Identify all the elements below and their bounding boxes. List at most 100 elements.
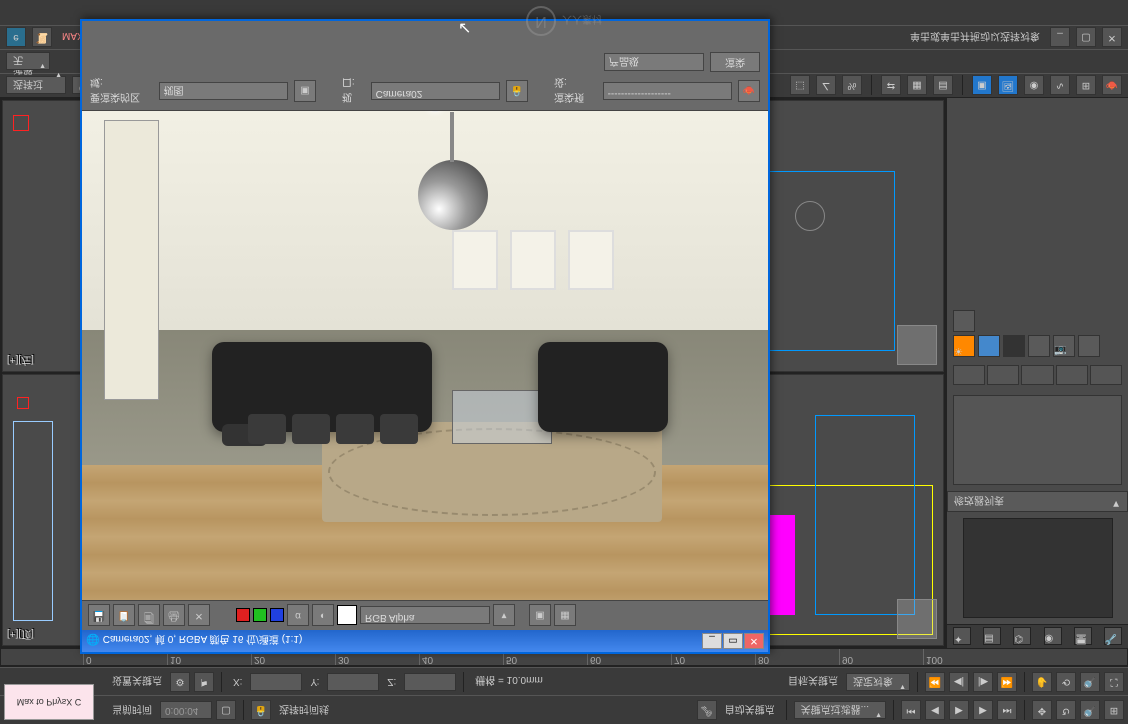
- y-input[interactable]: [327, 673, 379, 691]
- app-icon[interactable]: e: [6, 28, 26, 48]
- display-tab-icon[interactable]: 🖥: [1074, 628, 1092, 646]
- render-button[interactable]: 渲染: [710, 52, 760, 72]
- viewport-nav-1[interactable]: ✥: [1032, 700, 1052, 720]
- modifier-stack[interactable]: [953, 395, 1122, 485]
- x-input[interactable]: [250, 673, 302, 691]
- zoom-icon[interactable]: 🔍: [1080, 672, 1100, 692]
- print-icon[interactable]: 🖨: [163, 605, 185, 627]
- area-dropdown[interactable]: 视图: [159, 82, 289, 100]
- clear-icon[interactable]: ✕: [188, 605, 210, 627]
- restore-icon[interactable]: ▭: [723, 633, 743, 649]
- mono-icon[interactable]: ◐: [312, 605, 334, 627]
- none-dropdown[interactable]: 无: [6, 53, 50, 71]
- lock-icon[interactable]: 🔒: [251, 700, 271, 720]
- utilities-tab-icon[interactable]: 🔧: [1104, 628, 1122, 646]
- modify-tab-icon[interactable]: ▤: [983, 628, 1001, 646]
- channel-r-icon[interactable]: [236, 609, 250, 623]
- remove-icon[interactable]: [1056, 365, 1088, 385]
- channel-dropdown[interactable]: RGB Alpha: [360, 607, 490, 625]
- keys-selector-dropdown[interactable]: 选定对象: [846, 673, 910, 691]
- angle-snap-icon[interactable]: ∠: [816, 76, 836, 96]
- show-end-icon[interactable]: [987, 365, 1019, 385]
- create-tab-icon[interactable]: ✦: [953, 628, 971, 646]
- goto-end-icon[interactable]: ⏭: [997, 700, 1017, 720]
- render-bottom-panel: 要渲染的区域: 视图 ▣ 视口: Camera02 🔒 渲染预设: ------…: [82, 49, 768, 111]
- align-icon[interactable]: ▦: [907, 76, 927, 96]
- auto-key-label[interactable]: 自动关键点: [721, 703, 779, 718]
- render-icon[interactable]: 🫖: [1102, 76, 1122, 96]
- toggle-ui-icon[interactable]: ▦: [554, 605, 576, 627]
- lock-viewport-icon[interactable]: 🔒: [506, 80, 528, 102]
- sel-filter-dropdown[interactable]: 选择过滤器: [6, 77, 66, 95]
- sky-icon[interactable]: [978, 335, 1000, 357]
- pin-stack-icon[interactable]: [953, 365, 985, 385]
- flag-icon[interactable]: ⚑: [194, 672, 214, 692]
- step-fwd-icon[interactable]: |▶: [973, 672, 993, 692]
- max-icon[interactable]: ⛶: [1104, 672, 1124, 692]
- dark-icon[interactable]: [1003, 335, 1025, 357]
- key-filter-dropdown[interactable]: 关键点过滤器...: [794, 701, 886, 719]
- close-icon[interactable]: ✕: [744, 633, 764, 649]
- minimize-icon[interactable]: _: [702, 633, 722, 649]
- color-swatch[interactable]: [1028, 335, 1050, 357]
- layer-icon[interactable]: ▤: [933, 76, 953, 96]
- next-frame-icon[interactable]: ▶: [973, 700, 993, 720]
- prev-frame-icon[interactable]: ◀: [925, 700, 945, 720]
- schematic-icon[interactable]: ⊞: [1076, 76, 1096, 96]
- render-titlebar[interactable]: 🌐 Camera02, 帧 0, RGBA 颜色 16 位/通道 (1:1) _…: [82, 630, 768, 652]
- save-icon[interactable]: 💾: [88, 605, 110, 627]
- pan-icon[interactable]: ✋: [1032, 672, 1052, 692]
- vp-label: [+][左]: [7, 354, 34, 369]
- channel-b-icon[interactable]: [270, 609, 284, 623]
- viewport-dropdown[interactable]: Camera02: [371, 82, 501, 100]
- production-dropdown[interactable]: 产品级: [604, 53, 704, 71]
- bg-swatch[interactable]: [337, 606, 357, 626]
- script-icon[interactable]: 📜: [32, 28, 52, 48]
- play-icon[interactable]: ▶: [949, 700, 969, 720]
- configure-icon[interactable]: [1090, 365, 1122, 385]
- color-swatch[interactable]: [1078, 335, 1100, 357]
- viewport-nav-2[interactable]: ↻: [1056, 700, 1076, 720]
- rewind-icon[interactable]: ⏪: [925, 672, 945, 692]
- key-icon[interactable]: 🗝: [697, 700, 717, 720]
- z-input[interactable]: [404, 673, 456, 691]
- region-icon[interactable]: ▣: [294, 80, 316, 102]
- render-setup-icon[interactable]: ▣: [972, 76, 992, 96]
- goto-start-icon[interactable]: ⏮: [901, 700, 921, 720]
- settings-icon[interactable]: ⚙: [170, 672, 190, 692]
- camera-icon[interactable]: 📷: [1053, 335, 1075, 357]
- motion-tab-icon[interactable]: ◉: [1044, 628, 1062, 646]
- light-icon[interactable]: ☀: [953, 335, 975, 357]
- hierarchy-tab-icon[interactable]: ⌬: [1013, 628, 1031, 646]
- close-icon[interactable]: ✕: [1102, 28, 1122, 48]
- preset-dropdown[interactable]: -------------------: [603, 82, 733, 100]
- overlay-icon[interactable]: ▣: [529, 605, 551, 627]
- modifier-list-dropdown[interactable]: 修改器列表▼: [947, 491, 1128, 512]
- nav-cube-icon[interactable]: [897, 325, 937, 365]
- alpha-icon[interactable]: α: [287, 605, 309, 627]
- orbit-icon[interactable]: ⟲: [1056, 672, 1076, 692]
- snap-icon[interactable]: ⬚: [790, 76, 810, 96]
- chevron-down-icon[interactable]: ▾: [493, 605, 515, 627]
- copy-icon[interactable]: 📋: [113, 605, 135, 627]
- render-canvas[interactable]: [82, 111, 768, 600]
- material-editor-icon[interactable]: ◉: [1024, 76, 1044, 96]
- teapot-icon[interactable]: 🫖: [738, 80, 760, 102]
- color-swatch[interactable]: [953, 310, 975, 332]
- max-window-icon[interactable]: ▢: [1076, 28, 1096, 48]
- toggle-btn[interactable]: ▢: [216, 700, 236, 720]
- step-back-icon[interactable]: ◀|: [949, 672, 969, 692]
- clone-icon[interactable]: 🗐: [138, 605, 160, 627]
- percent-snap-icon[interactable]: %: [842, 76, 862, 96]
- viewport-nav-4[interactable]: ⊞: [1104, 700, 1124, 720]
- nav-cube-icon[interactable]: [897, 599, 937, 639]
- physx-tool[interactable]: Max to PhysX C: [4, 684, 94, 720]
- min-icon[interactable]: _: [1050, 28, 1070, 48]
- viewport-nav-3[interactable]: 🔍: [1080, 700, 1100, 720]
- unique-icon[interactable]: [1021, 365, 1053, 385]
- mirror-icon[interactable]: ⇄: [881, 76, 901, 96]
- curve-editor-icon[interactable]: ∿: [1050, 76, 1070, 96]
- render-frame-icon[interactable]: 🖼: [998, 76, 1018, 96]
- forward-icon[interactable]: ⏩: [997, 672, 1017, 692]
- channel-g-icon[interactable]: [253, 609, 267, 623]
